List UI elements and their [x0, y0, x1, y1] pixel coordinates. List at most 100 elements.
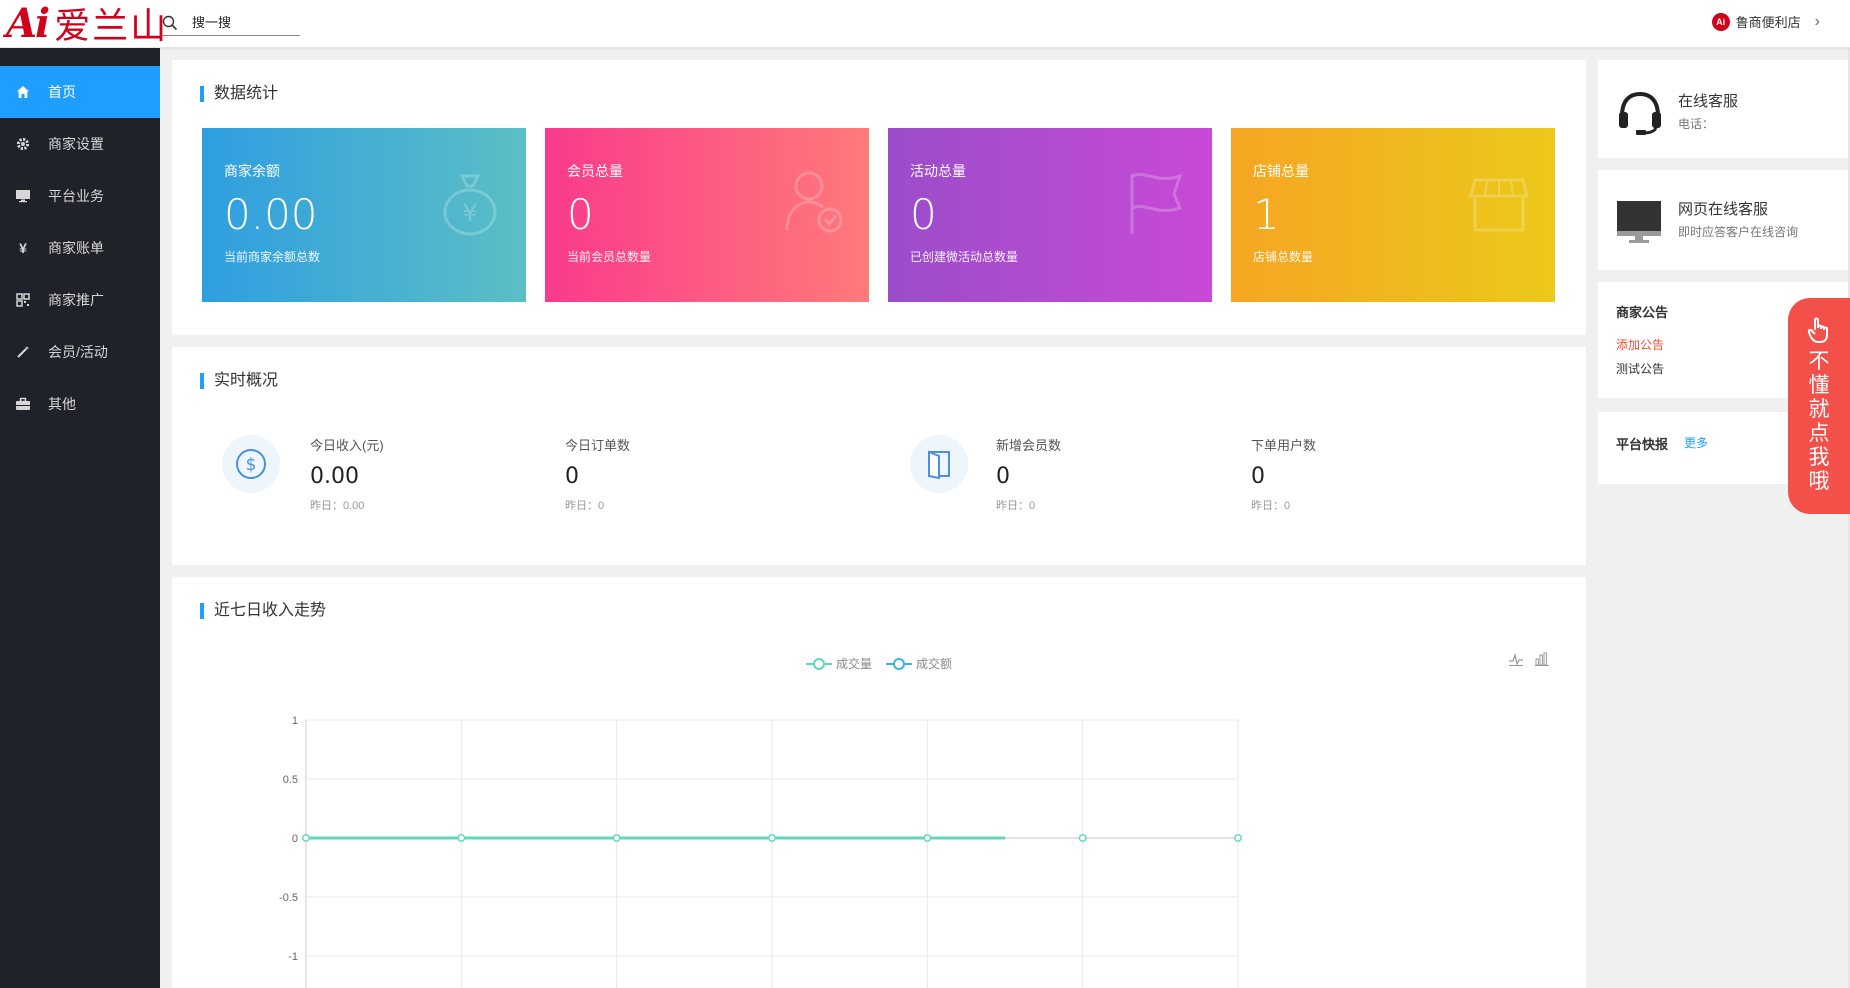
sidebar-item-promotion[interactable]: 商家推广 [0, 274, 160, 326]
web-service-text: 网页在线客服 即时应答客户在线咨询 [1678, 198, 1798, 240]
sidebar-item-bills[interactable]: ¥ 商家账单 [0, 222, 160, 274]
chevron-right-icon: › [1814, 12, 1820, 30]
logo-ai: Ai [6, 0, 50, 47]
stat-card-balance[interactable]: 商家余额 0.00 当前商家余额总数 ¥ [202, 128, 526, 302]
sidebar-item-home[interactable]: 首页 [0, 66, 160, 118]
notice-title: 商家公告 [1616, 305, 1669, 320]
realtime-yesterday: 昨日：0 [1251, 500, 1291, 512]
gear-icon [14, 135, 32, 153]
search-input[interactable] [192, 15, 292, 30]
stat-card-activities[interactable]: 活动总量 0 已创建微活动总数量 [888, 128, 1212, 302]
shop-name: 鲁商便利店 [1735, 15, 1801, 30]
headset-icon [1619, 91, 1661, 135]
search-box [162, 10, 300, 36]
sidebar-item-label: 会员/活动 [48, 344, 108, 360]
online-service-text: 在线客服 电话： [1678, 90, 1738, 132]
stat-card-value: 0 [910, 190, 937, 239]
qrcode-icon [14, 291, 32, 309]
web-service-card[interactable]: 网页在线客服 即时应答客户在线咨询 [1598, 170, 1850, 270]
web-service-desc: 即时应答客户在线咨询 [1678, 225, 1799, 239]
online-service-title: 在线客服 [1678, 93, 1739, 110]
shop-switcher[interactable]: Ai 鲁商便利店 › [1711, 12, 1820, 31]
realtime-yesterday: 昨日：0.00 [310, 500, 365, 512]
trend-chart: 1 0.5 0 -0.5 -1 [279, 715, 1242, 988]
stat-card-label: 会员总量 [567, 163, 623, 179]
y-tick-label: -1 [288, 951, 298, 963]
sidebar-item-settings[interactable]: 商家设置 [0, 118, 160, 170]
flag-icon [1130, 173, 1183, 234]
search-icon[interactable] [162, 15, 178, 31]
realtime-yesterday: 昨日：0 [565, 500, 605, 512]
help-tab[interactable]: 不懂就点我哦 [1788, 298, 1850, 514]
sidebar-item-label: 商家设置 [48, 136, 104, 152]
realtime-value: 0.00 [310, 464, 359, 489]
briefcase-icon [14, 395, 32, 413]
sidebar-item-label: 商家账单 [48, 240, 104, 256]
realtime-label: 今日订单数 [565, 438, 631, 453]
stat-card-value: 0.00 [224, 190, 318, 239]
data-point [1234, 834, 1242, 842]
stat-card-label: 店铺总量 [1253, 163, 1309, 179]
realtime-label: 新增会员数 [996, 438, 1062, 453]
add-notice-link[interactable]: 添加公告 [1616, 336, 1664, 353]
y-tick-label: 1 [292, 715, 298, 727]
stat-card-value: 0 [567, 190, 594, 239]
sidebar-item-label: 商家推广 [48, 292, 104, 308]
money-bag-icon: ¥ [443, 174, 497, 236]
sidebar-item-other[interactable]: 其他 [0, 378, 160, 430]
realtime-label: 今日收入(元) [310, 438, 384, 453]
sidebar-item-label: 其他 [48, 396, 76, 412]
data-point [302, 834, 310, 842]
realtime-value: 0 [1251, 464, 1265, 489]
data-point [768, 834, 776, 842]
realtime-panel: 实时概况 $ 今日收入(元) 0.00 昨日：0.00 今日订单数 0 昨日：0… [172, 347, 1586, 565]
stat-card-desc: 当前会员总数量 [567, 250, 652, 264]
realtime-label: 下单用户数 [1251, 438, 1317, 453]
notice-item[interactable]: 测试公告 [1616, 360, 1664, 377]
yen-icon: ¥ [19, 240, 27, 256]
realtime-item-orders: 今日订单数 0 昨日：0 [565, 435, 630, 513]
home-icon [14, 83, 32, 101]
y-tick-label: -0.5 [279, 892, 298, 904]
sidebar-item-business[interactable]: 平台业务 [0, 170, 160, 222]
news-more-link[interactable]: 更多 [1684, 434, 1708, 451]
logo[interactable]: Ai 爱兰山 [6, 0, 168, 47]
user-check-icon [785, 171, 843, 233]
data-point [612, 834, 621, 842]
svg-text:¥: ¥ [462, 199, 477, 227]
y-tick-label: 0 [292, 833, 298, 845]
help-tab-label: 不懂就点我哦 [1808, 350, 1830, 493]
data-point [1078, 834, 1087, 842]
stat-card-desc: 已创建微活动总数量 [910, 250, 1019, 264]
realtime-yesterday: 昨日：0 [996, 500, 1036, 512]
realtime-value: 0 [996, 464, 1010, 489]
realtime-item-new-members: 新增会员数 0 昨日：0 [996, 435, 1061, 513]
stat-card-desc: 当前商家余额总数 [224, 250, 321, 264]
stats-panel: 数据统计 商家余额 0.00 当前商家余额总数 ¥ 会员总量 0 当前会员总数量… [172, 60, 1586, 335]
y-tick-label: 0.5 [283, 774, 298, 786]
door-icon [910, 435, 968, 493]
realtime-item-buyers: 下单用户数 0 昨日：0 [1251, 435, 1316, 513]
sidebar-item-members[interactable]: 会员/活动 [0, 326, 160, 378]
stat-card-members[interactable]: 会员总量 0 当前会员总数量 [545, 128, 869, 302]
web-service-title: 网页在线客服 [1678, 201, 1769, 218]
svg-text:$: $ [246, 455, 257, 475]
online-service-phone: 电话： [1678, 117, 1715, 131]
stat-card-label: 商家余额 [224, 163, 280, 179]
dollar-circle-icon: $ [222, 435, 280, 493]
sidebar-item-label: 平台业务 [48, 188, 104, 204]
stat-card-desc: 店铺总数量 [1253, 250, 1314, 264]
stat-card-stores[interactable]: 店铺总量 1 店铺总数量 [1231, 128, 1555, 302]
top-bar: Ai 爱兰山 Ai 鲁商便利店 › [0, 0, 1850, 48]
store-icon [1469, 178, 1529, 232]
stats-title: 数据统计 [200, 86, 278, 102]
realtime-title: 实时概况 [200, 373, 278, 389]
realtime-item-income: 今日收入(元) 0.00 昨日：0.00 [310, 435, 384, 513]
data-point [457, 834, 466, 842]
stat-card-label: 活动总量 [910, 163, 966, 179]
monitor-icon [1617, 201, 1661, 243]
hand-pointer-icon [1807, 317, 1828, 343]
news-title: 平台快报 [1616, 437, 1669, 452]
magic-wand-icon [14, 343, 32, 361]
online-service-card[interactable]: 在线客服 电话： [1598, 60, 1850, 158]
